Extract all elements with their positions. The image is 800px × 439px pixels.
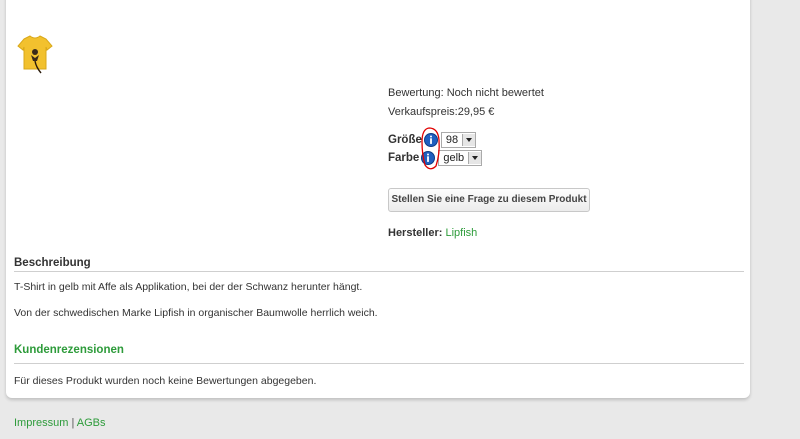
price-text: Verkaufspreis:29,95 € bbox=[388, 106, 495, 118]
manufacturer-link[interactable]: Lipfish bbox=[445, 227, 477, 239]
highlight-annotation bbox=[421, 127, 440, 170]
rating-text: Bewertung: Noch nicht bewertet bbox=[388, 87, 544, 99]
footer-link-impressum[interactable]: Impressum bbox=[14, 417, 68, 429]
option-size-label: Größe bbox=[388, 134, 422, 146]
option-color-label: Farbe bbox=[388, 152, 420, 164]
manufacturer-row: Hersteller: Lipfish bbox=[388, 227, 477, 239]
divider bbox=[14, 271, 744, 272]
description-title: Beschreibung bbox=[14, 257, 91, 269]
tshirt-thumbnail-image[interactable] bbox=[16, 33, 54, 75]
divider bbox=[14, 363, 744, 364]
chevron-down-icon[interactable] bbox=[468, 152, 482, 164]
reviews-empty-text: Für dieses Produkt wurden noch keine Bew… bbox=[14, 375, 317, 387]
ask-question-button[interactable]: Stellen Sie eine Frage zu diesem Produkt bbox=[388, 188, 590, 212]
size-select[interactable]: 98 bbox=[440, 132, 477, 148]
footer-link-agbs[interactable]: AGBs bbox=[77, 417, 106, 429]
reviews-title[interactable]: Kundenrezensionen bbox=[14, 344, 124, 356]
color-select[interactable]: gelb bbox=[438, 150, 483, 166]
footer-separator: | bbox=[71, 417, 75, 429]
product-card bbox=[6, 0, 750, 398]
size-select-value: 98 bbox=[445, 134, 459, 146]
description-paragraph: Von der schwedischen Marke Lipfish in or… bbox=[14, 307, 378, 319]
chevron-down-icon[interactable] bbox=[462, 134, 476, 146]
footer-links: Impressum | AGBs bbox=[14, 417, 106, 429]
manufacturer-label: Hersteller: bbox=[388, 227, 443, 239]
description-paragraph: T-Shirt in gelb mit Affe als Applikation… bbox=[14, 281, 363, 293]
